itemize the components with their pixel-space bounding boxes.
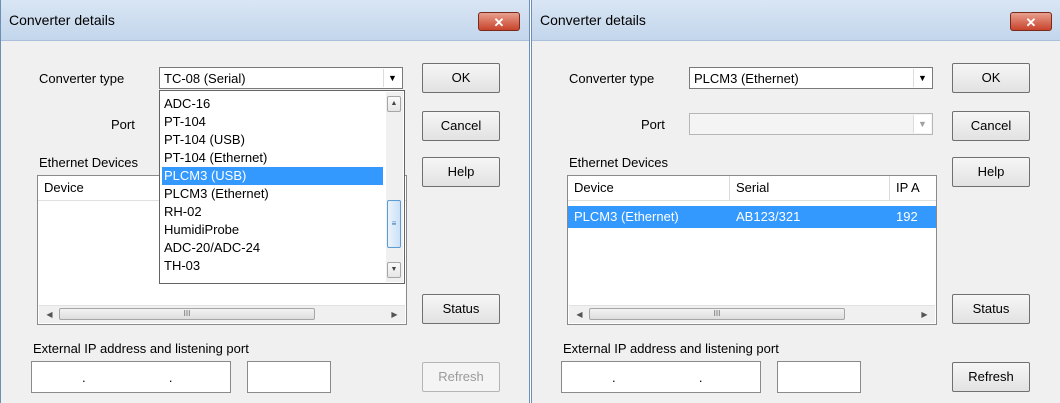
external-ip-label: External IP address and listening port	[563, 341, 779, 356]
dropdown-option[interactable]: PLCM3 (Ethernet)	[162, 185, 383, 203]
listening-port-field[interactable]	[247, 361, 331, 393]
help-button[interactable]: Help	[422, 157, 500, 187]
row-device: PLCM3 (Ethernet)	[574, 209, 679, 224]
cancel-button[interactable]: Cancel	[422, 111, 500, 141]
dropdown-option-selected[interactable]: PLCM3 (USB)	[162, 167, 383, 185]
converter-type-dropdown-list[interactable]: ADC-16 PT-104 PT-104 (USB) PT-104 (Ether…	[159, 90, 405, 284]
dropdown-option[interactable]: ADC-20/ADC-24	[162, 239, 383, 257]
port-label: Port	[111, 117, 135, 132]
converter-type-select[interactable]: PLCM3 (Ethernet) ▼	[689, 67, 933, 89]
close-button[interactable]: ✕	[478, 12, 520, 31]
ethernet-devices-label: Ethernet Devices	[569, 155, 668, 170]
dropdown-option[interactable]: TH-03	[162, 257, 383, 275]
scroll-right-icon[interactable]: ▶	[916, 306, 933, 323]
dropdown-option[interactable]: HumidiProbe	[162, 221, 383, 239]
port-select[interactable]: ▼	[689, 113, 933, 135]
dropdown-option[interactable]: PT-104 (Ethernet)	[162, 149, 383, 167]
ok-button[interactable]: OK	[422, 63, 500, 93]
dialog-title: Converter details	[540, 12, 646, 28]
ethernet-devices-list[interactable]: Device Serial IP A PLCM3 (Ethernet) AB12…	[567, 175, 937, 325]
scroll-right-icon[interactable]: ▶	[386, 306, 403, 323]
column-header-device[interactable]: Device	[38, 176, 168, 200]
refresh-button[interactable]: Refresh	[422, 362, 500, 392]
dropdown-option[interactable]: RH-02	[162, 203, 383, 221]
dropdown-option[interactable]: ADC-16	[162, 95, 383, 113]
scroll-thumb[interactable]: III	[589, 308, 845, 320]
dropdown-vertical-scrollbar[interactable]: ▲ ≡ ▼	[386, 92, 403, 282]
converter-type-label: Converter type	[569, 71, 655, 86]
row-ip: 192	[896, 209, 918, 224]
scroll-up-icon[interactable]: ▲	[387, 96, 401, 112]
converter-type-select[interactable]: TC-08 (Serial) ▼	[159, 67, 403, 89]
scroll-left-icon[interactable]: ◀	[41, 306, 58, 323]
scroll-grip: III	[183, 309, 191, 318]
scroll-grip: III	[713, 309, 721, 318]
row-serial: AB123/321	[736, 209, 801, 224]
converter-details-dialog-left: Converter details ✕ Converter type TC-08…	[0, 0, 530, 403]
dropdown-option[interactable]: PT-104 (USB)	[162, 131, 383, 149]
chevron-down-icon[interactable]: ▼	[913, 115, 931, 133]
title-bar: Converter details ✕	[532, 0, 1060, 41]
scroll-thumb[interactable]: III	[59, 308, 315, 320]
chevron-down-icon[interactable]: ▼	[913, 69, 931, 87]
status-button[interactable]: Status	[422, 294, 500, 324]
status-button[interactable]: Status	[952, 294, 1030, 324]
scroll-left-icon[interactable]: ◀	[571, 306, 588, 323]
table-row[interactable]: PLCM3 (Ethernet) AB123/321 192	[568, 206, 936, 228]
close-button[interactable]: ✕	[1010, 12, 1052, 31]
title-bar: Converter details ✕	[1, 0, 529, 41]
ip-address-field[interactable]: . . .	[561, 361, 789, 393]
dialog-title: Converter details	[9, 12, 115, 28]
horizontal-scrollbar[interactable]: ◀ III ▶	[39, 305, 405, 323]
port-label: Port	[641, 117, 665, 132]
chevron-down-icon[interactable]: ▼	[383, 69, 401, 87]
column-header-device[interactable]: Device	[568, 176, 730, 200]
column-header-serial[interactable]: Serial	[730, 176, 890, 200]
list-header: Device Serial IP A	[568, 176, 936, 201]
dropdown-scroll-thumb[interactable]: ≡	[387, 200, 401, 248]
scroll-down-icon[interactable]: ▼	[387, 262, 401, 278]
ip-dots: . . .	[82, 370, 260, 385]
converter-details-dialog-right: Converter details ✕ Converter type PLCM3…	[531, 0, 1060, 403]
ip-address-field[interactable]: . . .	[31, 361, 259, 393]
ethernet-devices-label: Ethernet Devices	[39, 155, 138, 170]
dropdown-option[interactable]: PT-104	[162, 113, 383, 131]
horizontal-scrollbar[interactable]: ◀ III ▶	[569, 305, 935, 323]
help-button[interactable]: Help	[952, 157, 1030, 187]
ok-button[interactable]: OK	[952, 63, 1030, 93]
external-ip-label: External IP address and listening port	[33, 341, 249, 356]
column-header-ip[interactable]: IP A	[890, 176, 936, 200]
converter-type-label: Converter type	[39, 71, 125, 86]
cancel-button[interactable]: Cancel	[952, 111, 1030, 141]
listening-port-field[interactable]	[777, 361, 861, 393]
ip-dots: . . .	[612, 370, 790, 385]
converter-type-value: PLCM3 (Ethernet)	[694, 71, 799, 86]
refresh-button[interactable]: Refresh	[952, 362, 1030, 392]
converter-type-value: TC-08 (Serial)	[164, 71, 246, 86]
